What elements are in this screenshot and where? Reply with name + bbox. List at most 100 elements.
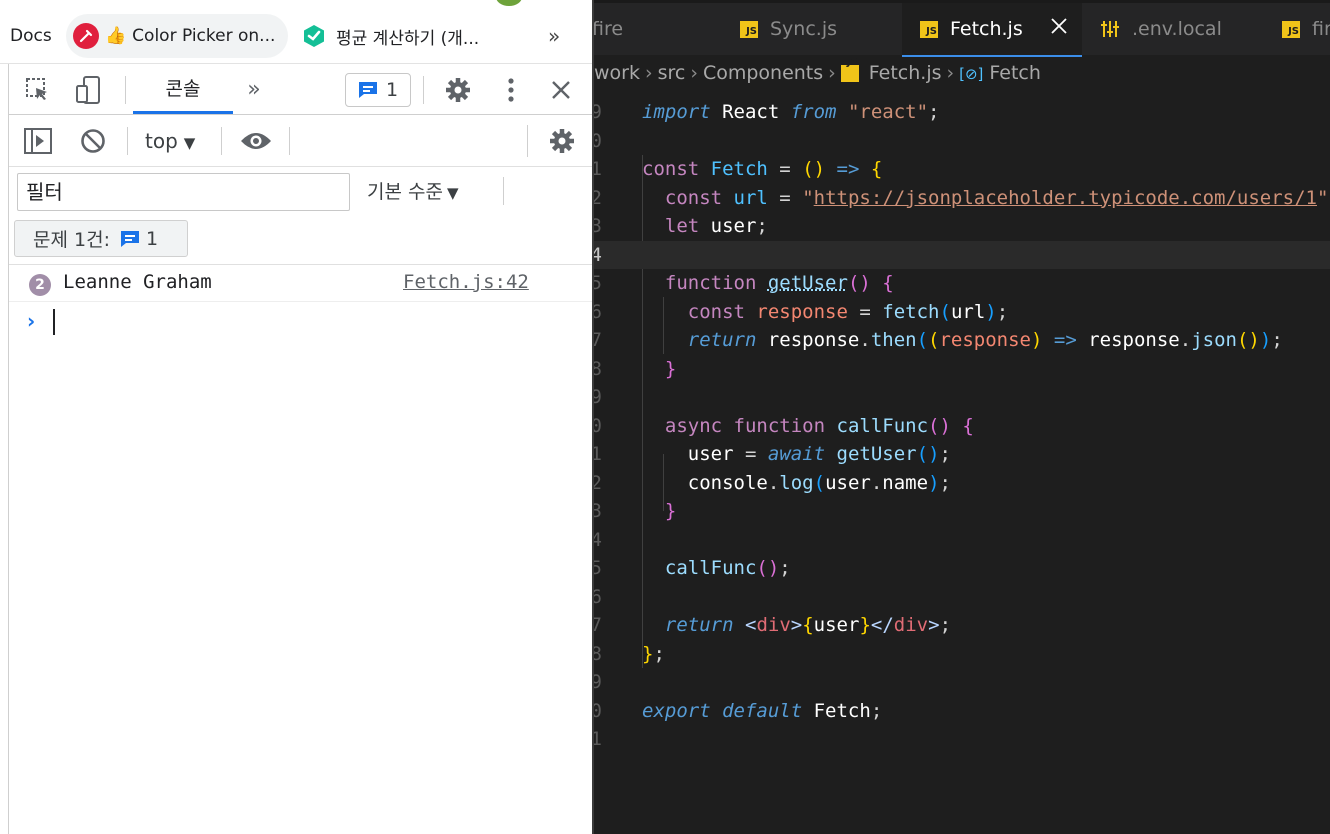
editor-tab-fire-2[interactable]: JS fire: [1282, 3, 1330, 55]
message-icon: [120, 230, 139, 247]
console-prompt-icon: ›: [27, 309, 36, 333]
js-file-icon: JS: [920, 20, 938, 38]
editor-tab-label: .env.local: [1132, 18, 1222, 40]
kebab-menu-icon[interactable]: [503, 75, 519, 105]
js-file-icon: JS: [1282, 20, 1300, 38]
bookmark-average-calc[interactable]: 평균 계산하기 (개...: [302, 14, 479, 58]
line-number: 4: [594, 526, 602, 555]
divider: [221, 127, 222, 155]
env-settings-icon: [1101, 21, 1119, 37]
filter-input[interactable]: [17, 173, 350, 211]
editor-tab-sync[interactable]: JS Sync.js: [740, 3, 890, 55]
chevron-right-icon: ›: [946, 62, 955, 84]
line-number: 9: [594, 383, 602, 412]
issues-badge-button[interactable]: 1: [345, 73, 411, 107]
code-line: 7 return <div>{user}</div>;: [594, 611, 1330, 640]
breadcrumb: work › src › Components › JS Fetch.js › [⊘] Fetch: [594, 55, 1330, 91]
browser-pane: Docs 👍 Color Picker on... 평균 계산하기 (개... …: [0, 0, 592, 834]
code-line: 3 }: [594, 497, 1330, 526]
line-number: 9: [594, 98, 602, 127]
breadcrumb-item[interactable]: src: [658, 62, 686, 84]
log-levels-label: 기본 수준: [367, 181, 443, 203]
close-tab-icon[interactable]: [1050, 17, 1068, 40]
line-number: 4: [594, 241, 602, 270]
issues-row: 문제 1건: 1: [9, 215, 592, 265]
inspect-element-icon[interactable]: [23, 76, 53, 104]
code-line: 5 function getUser() {: [594, 269, 1330, 298]
live-expression-eye-icon[interactable]: [239, 127, 273, 155]
context-selector[interactable]: top ▼: [145, 115, 195, 167]
code-line: 6 const response = fetch(url);: [594, 298, 1330, 327]
console-input-caret[interactable]: [53, 309, 55, 335]
tab-console[interactable]: 콘솔: [133, 64, 233, 115]
filter-row: 기본 수준▼: [9, 167, 592, 215]
code-line: 2 console.log(user.name);: [594, 469, 1330, 498]
divider: [423, 76, 424, 104]
editor-tab-fire[interactable]: fire: [592, 3, 712, 55]
line-number: 7: [594, 611, 602, 640]
console-settings-gear-icon[interactable]: [547, 126, 577, 156]
active-tab-indicator: [133, 111, 233, 114]
code-line: 4: [594, 526, 1330, 555]
bookmarks-bar: Docs 👍 Color Picker on... 평균 계산하기 (개... …: [0, 0, 592, 64]
chevron-right-icon: ›: [828, 62, 836, 84]
editor-tab-env[interactable]: .env.local: [1100, 3, 1260, 55]
editor-tab-label: fire: [592, 18, 624, 40]
device-toolbar-icon[interactable]: [73, 76, 103, 104]
message-icon: [358, 82, 377, 98]
bookmark-color-picker-label: Color Picker on...: [132, 26, 276, 46]
console-toolbar: top ▼: [9, 115, 592, 167]
profile-dot: [496, 0, 522, 6]
breadcrumb-item[interactable]: Components: [703, 62, 823, 84]
code-line: 8 }: [594, 355, 1330, 384]
divider: [289, 127, 290, 155]
line-number: 0: [594, 127, 602, 156]
js-file-icon: JS: [740, 20, 758, 38]
breadcrumb-item[interactable]: work: [594, 62, 640, 84]
code-area[interactable]: 9import React from "react"; 0 1const Fet…: [594, 98, 1330, 754]
repeat-count-badge: 2: [29, 274, 51, 296]
devtools-tabbar: 콘솔 » 1: [9, 64, 592, 115]
clear-console-icon[interactable]: [79, 127, 107, 155]
chevron-right-icon: ›: [644, 62, 653, 84]
line-number: 0: [594, 412, 602, 441]
settings-gear-icon[interactable]: [443, 75, 473, 105]
eyedropper-icon: [73, 23, 99, 49]
editor-tab-fetch[interactable]: JS Fetch.js: [902, 3, 1082, 55]
divider: [127, 127, 128, 155]
bookmarks-overflow-button[interactable]: »: [548, 14, 560, 58]
divider: [125, 76, 126, 104]
line-number: 2: [594, 469, 602, 498]
code-line: 1: [594, 725, 1330, 754]
line-number: 8: [594, 355, 602, 384]
bookmark-docs[interactable]: Docs: [0, 14, 58, 58]
chevron-right-icon: ›: [690, 62, 698, 84]
code-line: 0export default Fetch;: [594, 697, 1330, 726]
close-icon[interactable]: [547, 76, 575, 104]
log-source-link[interactable]: Fetch.js:42: [403, 271, 529, 293]
more-tabs-button[interactable]: »: [241, 74, 267, 104]
editor-tab-label: fire: [1312, 18, 1330, 40]
log-message: Leanne Graham: [63, 271, 212, 293]
divider: [527, 125, 528, 157]
code-line: 7 return response.then((response) => res…: [594, 326, 1330, 355]
issues-badge-count: 1: [385, 79, 399, 101]
line-number: 9: [594, 668, 602, 697]
issues-button[interactable]: 문제 1건: 1: [14, 220, 188, 257]
hexagon-logo-icon: [304, 25, 324, 47]
bookmark-color-picker[interactable]: 👍 Color Picker on...: [66, 14, 288, 58]
line-number: 5: [594, 269, 602, 298]
code-editor: fire JS Sync.js JS Fetch.js .env.local J…: [592, 0, 1330, 834]
line-number: 1: [594, 725, 602, 754]
code-line: 9: [594, 668, 1330, 697]
sidebar-toggle-icon[interactable]: [23, 127, 53, 155]
code-line: 3 let user;: [594, 212, 1330, 241]
bookmark-docs-label: Docs: [10, 26, 52, 46]
js-file-icon: JS: [840, 57, 859, 82]
log-levels-dropdown[interactable]: 기본 수준 ▼: [367, 173, 459, 211]
breadcrumb-item[interactable]: Fetch.js: [869, 62, 942, 84]
code-line: 0: [594, 127, 1330, 156]
context-selector-label: top: [145, 129, 178, 153]
line-number: 1: [594, 440, 602, 469]
breadcrumb-item[interactable]: Fetch: [989, 62, 1041, 84]
